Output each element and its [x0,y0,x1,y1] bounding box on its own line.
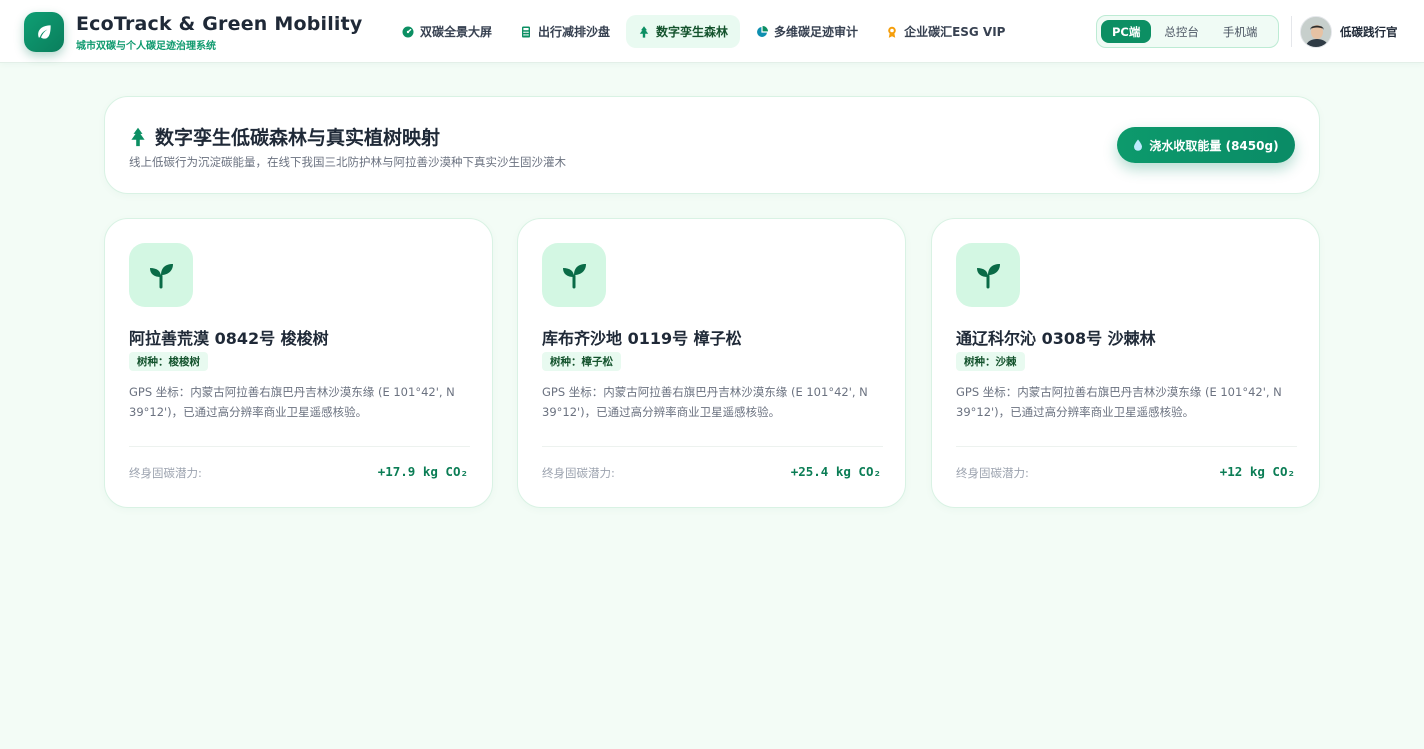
potential-value: +17.9 kg CO₂ [377,464,468,479]
potential-label: 终身固碳潜力: [542,466,615,480]
main-nav: 双碳全景大屏 出行减排沙盘 数字孪生森林 多维碳足迹审计 企业碳汇ESG VIP [390,15,1017,48]
award-icon [886,26,898,38]
nav-item-sandbox[interactable]: 出行减排沙盘 [508,15,622,48]
sprout-icon [145,259,177,291]
tree-card[interactable]: 阿拉善荒漠 0842号 梭梭树 树种：梭梭树 GPS 坐标：内蒙古阿拉善右旗巴丹… [104,218,493,508]
water-button-label: 浇水收取能量 (8450g) [1149,138,1279,153]
platform-switch: PC端 总控台 手机端 [1096,15,1279,48]
tree-name: 通辽科尔沁 0308号 沙棘林 [956,329,1156,348]
nav-item-dashboard[interactable]: 双碳全景大屏 [390,15,504,48]
calculator-icon [520,26,532,38]
top-header: EcoTrack & Green Mobility 城市双碳与个人碳足迹治理系统… [0,0,1424,63]
sprout-icon-box [542,243,606,307]
nav-item-audit[interactable]: 多维碳足迹审计 [744,15,870,48]
potential-label: 终身固碳潜力: [956,466,1029,480]
page-description: 线上低碳行为沉淀碳能量，在线下我国三北防护林与阿拉善沙漠种下真实沙生固沙灌木 [129,155,566,169]
sprout-icon [558,259,590,291]
species-tag: 树种：沙棘 [956,352,1025,371]
pie-chart-icon [756,25,769,38]
tree-name: 库布齐沙地 0119号 樟子松 [542,329,742,348]
brand-title: EcoTrack & Green Mobility [76,13,363,35]
gauge-icon [402,26,414,38]
nav-label: 多维碳足迹审计 [774,25,859,39]
nav-item-esg-vip[interactable]: 企业碳汇ESG VIP [874,15,1017,48]
forest-title-card: 数字孪生低碳森林与真实植树映射 线上低碳行为沉淀碳能量，在线下我国三北防护林与阿… [104,96,1320,194]
leaf-icon [34,22,54,42]
droplet-icon [1133,139,1143,151]
card-divider [542,446,883,447]
gps-description: GPS 坐标：内蒙古阿拉善右旗巴丹吉林沙漠东缘 (E 101°42', N 39… [956,385,1282,419]
potential-value: +25.4 kg CO₂ [790,464,881,479]
tree-icon [638,25,650,38]
nav-label: 企业碳汇ESG VIP [904,25,1006,39]
user-name[interactable]: 低碳践行官 [1340,24,1398,40]
sprout-icon-box [956,243,1020,307]
species-tag: 树种：梭梭树 [129,352,208,371]
gps-description: GPS 坐标：内蒙古阿拉善右旗巴丹吉林沙漠东缘 (E 101°42', N 39… [129,385,455,419]
nav-label: 出行减排沙盘 [538,25,611,39]
nav-label: 数字孪生森林 [656,25,729,39]
avatar[interactable] [1300,16,1332,48]
page-title: 数字孪生低碳森林与真实植树映射 [155,127,441,149]
species-tag: 树种：樟子松 [542,352,621,371]
platform-pc-button[interactable]: PC端 [1101,20,1152,43]
platform-console-button[interactable]: 总控台 [1153,20,1210,43]
tree-card[interactable]: 库布齐沙地 0119号 樟子松 树种：樟子松 GPS 坐标：内蒙古阿拉善右旗巴丹… [517,218,906,508]
tree-icon [129,127,147,147]
card-divider [956,446,1297,447]
water-collect-button[interactable]: 浇水收取能量 (8450g) [1117,127,1295,163]
potential-label: 终身固碳潜力: [129,466,202,480]
title-row: 数字孪生低碳森林与真实植树映射 [129,123,440,150]
nav-label: 双碳全景大屏 [420,25,493,39]
sprout-icon [972,259,1004,291]
tree-name: 阿拉善荒漠 0842号 梭梭树 [129,329,329,348]
gps-description: GPS 坐标：内蒙古阿拉善右旗巴丹吉林沙漠东缘 (E 101°42', N 39… [542,385,868,419]
platform-mobile-button[interactable]: 手机端 [1212,20,1269,43]
brand-subtitle: 城市双碳与个人碳足迹治理系统 [76,41,216,52]
tree-card[interactable]: 通辽科尔沁 0308号 沙棘林 树种：沙棘 GPS 坐标：内蒙古阿拉善右旗巴丹吉… [931,218,1320,508]
card-divider [129,446,470,447]
nav-item-forest[interactable]: 数字孪生森林 [626,15,741,48]
sprout-icon-box [129,243,193,307]
app-logo[interactable] [24,12,64,52]
potential-value: +12 kg CO₂ [1219,464,1295,479]
header-divider [1291,16,1292,47]
